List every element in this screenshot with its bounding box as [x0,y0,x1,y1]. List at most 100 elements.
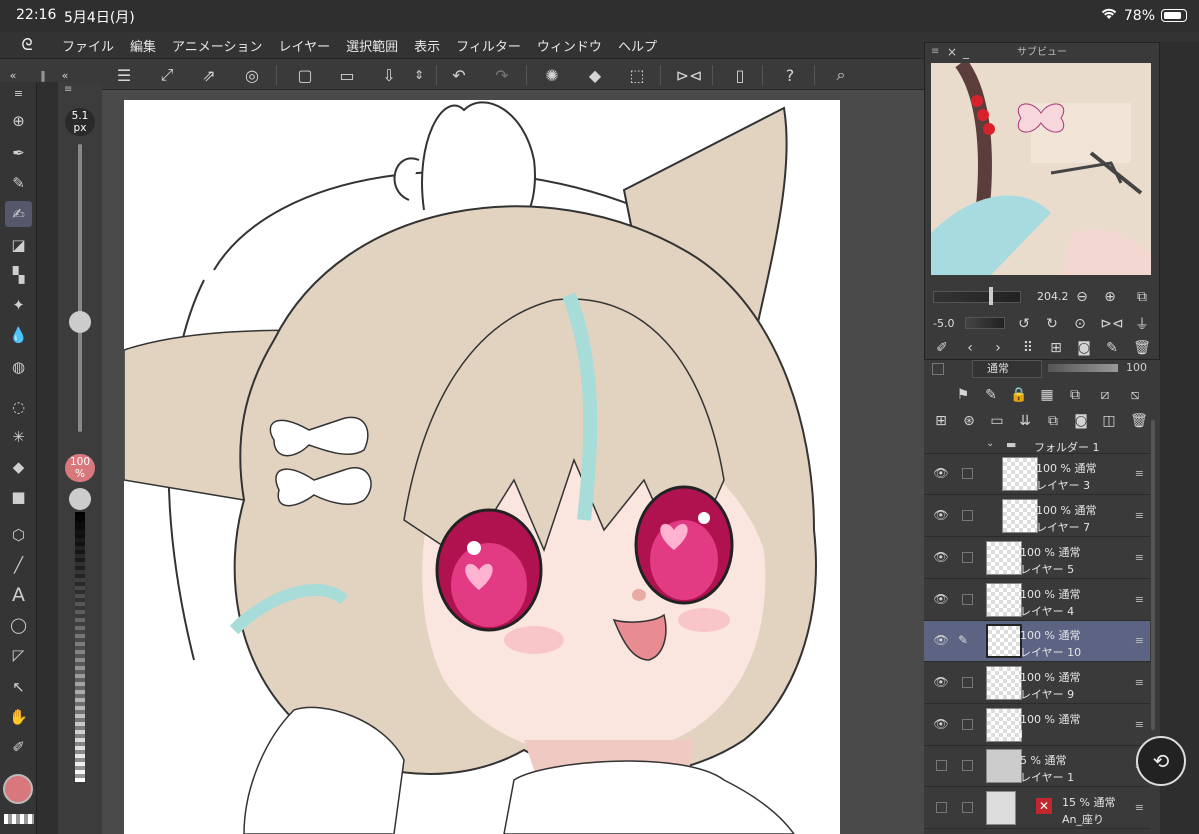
open-folder-icon[interactable]: ▭ [334,63,360,87]
text-icon[interactable]: A [5,582,32,608]
layer-lock-checkbox[interactable] [932,363,944,375]
zoom-slider-handle[interactable] [989,287,993,305]
line-icon[interactable]: ╱ [5,552,32,578]
edit-icon[interactable]: ✎ [1101,337,1123,359]
smartphone-icon[interactable]: ▯ [727,63,753,87]
canvas[interactable] [124,100,840,834]
layer-row[interactable]: 👁 100 % 通常 レイヤー 9 ≡ [924,663,1150,704]
transparent-color-swatch[interactable] [4,814,34,824]
opacity-track[interactable] [75,512,85,782]
previous-icon[interactable]: ‹ [959,337,981,359]
eyedropper-view-icon[interactable]: ✐ [931,337,953,359]
layer-checkbox[interactable] [962,510,973,521]
zoom-slider[interactable] [933,291,1021,303]
save-icon[interactable]: ⇩ [376,63,402,87]
layer-menu-icon[interactable]: ≡ [1135,676,1144,689]
reference-layer-icon[interactable]: ⚑ [952,384,974,406]
magic-wand-icon[interactable]: ✳ [5,424,32,450]
brush-icon[interactable]: ✍ [5,201,32,227]
merge-down-icon[interactable]: ⇊ [1014,410,1036,432]
download-icon[interactable]: ⊕ [5,108,32,134]
layer-row[interactable]: 👁 100 % 通常 レイヤー 5 ≡ [924,538,1150,579]
eye-icon[interactable]: 👁 [933,550,949,566]
menu-selection[interactable]: 選択範囲 [338,36,406,55]
fill-icon[interactable]: ◆ [582,63,608,87]
mask-layer-icon[interactable]: ◫ [1098,410,1120,432]
eye-icon[interactable]: 👁 [933,633,949,649]
palette-menu-icon[interactable]: ≡ [5,84,32,102]
fit-view-icon[interactable]: ⧉ [1131,286,1153,308]
layer-row-folder[interactable]: ⌄ ▬ フォルダー 1 [924,436,1150,454]
layer-row[interactable]: 👁 100 % 通常 l ≡ [924,705,1150,746]
redo-icon[interactable]: ↷ [489,63,515,87]
rotate-left-icon[interactable]: ↺ [1013,313,1035,335]
object-select-icon[interactable]: ↖ [5,674,32,700]
transform-icon[interactable]: ⬚ [624,63,650,87]
layer-row[interactable]: 👁 100 % 通常 レイヤー 3 ≡ [924,454,1150,495]
layer-row[interactable]: 👁 100 % 通常 レイヤー 4 ≡ [924,580,1150,621]
app-logo-icon[interactable]: ᘓ [0,35,54,55]
layer-row[interactable]: ✕ 15 % 通常 An_座り ≡ [924,788,1150,829]
brush-size-track[interactable] [78,144,82,432]
layer-checkbox[interactable] [962,802,973,813]
hand-icon[interactable]: ✋ [5,704,32,730]
layer-checkbox[interactable] [962,677,973,688]
flip-vertical-view-icon[interactable]: ⏚ [1131,313,1153,335]
clip-icon[interactable]: ⧉ [1064,384,1086,406]
pen-icon[interactable]: ✒ [5,140,32,166]
layer-menu-icon[interactable]: ≡ [1135,593,1144,606]
pencil-icon[interactable]: ✎ [5,170,32,196]
delete-icon[interactable]: 🗑 [1131,337,1153,359]
layer-checkbox[interactable] [962,719,973,730]
menu-filter[interactable]: フィルター [448,36,529,55]
rotation-slider[interactable] [965,317,1005,329]
undo-icon[interactable]: ↶ [446,63,472,87]
layer-opacity-slider[interactable] [1048,364,1118,372]
fit-canvas-icon[interactable]: ⤢ [154,63,180,87]
new-folder-icon[interactable]: ▭ [986,410,1008,432]
eraser-icon[interactable]: ◪ [5,232,32,258]
reset-rotation-icon[interactable]: ⊙ [1069,313,1091,335]
layer-row[interactable]: 5 % 通常 レイヤー 1 ≡ [924,746,1150,787]
search-icon[interactable]: ⌕ [828,63,854,87]
layer-menu-icon[interactable]: ≡ [1135,801,1144,814]
eye-icon[interactable]: 👁 [933,508,949,524]
frame-icon[interactable]: ◸ [5,642,32,668]
opacity-handle[interactable] [69,488,91,510]
layer-checkbox[interactable] [962,594,973,605]
rotate-right-icon[interactable]: ↻ [1041,313,1063,335]
delete-layer-icon[interactable]: 🗑 [1128,410,1150,432]
blend-mode-select[interactable]: 通常 [972,360,1042,378]
lock-icon[interactable]: 🔒 [1008,384,1030,406]
eye-icon[interactable]: 👁 [933,592,949,608]
layer-visibility-checkbox[interactable] [936,802,947,813]
menu-file[interactable]: ファイル [54,36,122,55]
grid-icon[interactable]: ⠿ [1017,337,1039,359]
apply-mask-icon[interactable]: ◙ [1070,410,1092,432]
eyedropper-icon[interactable]: ✐ [5,734,32,760]
layer-menu-icon[interactable]: ≡ [1135,551,1144,564]
layer-row-selected[interactable]: 👁 ✎ 100 % 通常 レイヤー 10 ≡ [924,621,1150,662]
menu-window[interactable]: ウィンドウ [529,36,610,55]
folder-toggle-icon[interactable]: ⌄ [986,438,994,449]
eye-icon[interactable]: 👁 [933,717,949,733]
layer-menu-icon[interactable]: ≡ [1135,634,1144,647]
column-menu-icon[interactable]: ≡ [64,84,72,95]
more-arrows-icon[interactable]: ⇕ [406,63,432,87]
balloon-icon[interactable]: ◯ [5,612,32,638]
brush-size-handle[interactable] [69,311,91,333]
water-drop-icon[interactable]: 💧 [5,322,32,348]
layer-scrollbar[interactable] [1151,420,1155,730]
flip-horizontal-icon[interactable]: ⊳⊲ [676,63,703,87]
layer-menu-icon[interactable]: ≡ [1135,509,1144,522]
menu-icon[interactable]: ☰ [111,63,137,87]
layer-visibility-checkbox[interactable] [936,760,947,771]
menu-animation[interactable]: アニメーション [164,36,270,55]
import-image-icon[interactable]: ⊞ [1045,337,1067,359]
zoom-in-icon[interactable]: ⊕ [1099,286,1121,308]
eye-icon[interactable]: 👁 [933,466,949,482]
main-color-swatch[interactable] [3,774,33,804]
new-vector-layer-icon[interactable]: ⊛ [958,410,980,432]
next-icon[interactable]: › [987,337,1009,359]
loading-icon[interactable]: ✺ [539,63,565,87]
